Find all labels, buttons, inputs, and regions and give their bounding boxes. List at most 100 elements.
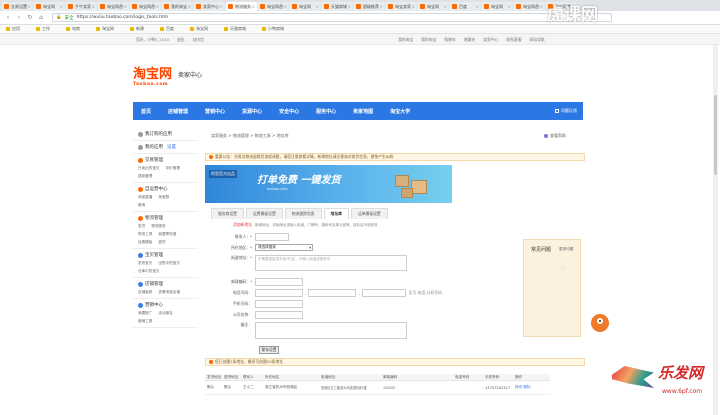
sidebar-section-title[interactable]: 物流管理 [138, 215, 193, 221]
bookmark-item[interactable]: 淘宝网 [96, 26, 122, 32]
promo-banner[interactable]: 阿里官方出品 打单免费 一键发货 taobao.com [205, 165, 452, 203]
sidebar-item[interactable]: 评价管理 [166, 166, 180, 171]
sidebar-item[interactable]: 淘宝群 [158, 195, 169, 200]
zip-input[interactable] [255, 278, 303, 286]
browser-tab[interactable]: 淘宝网首 × [98, 2, 129, 11]
tab-2[interactable]: 物流跟踪信息 [284, 208, 322, 219]
browser-tab[interactable]: 淘宝网首 × [514, 2, 545, 11]
browser-tab[interactable]: 卖家中心 × [194, 2, 225, 11]
site-nav-link[interactable]: 站内信 [193, 37, 204, 43]
site-nav-link[interactable]: 网站导航 [530, 37, 545, 43]
reload-icon[interactable]: ↻ [26, 14, 34, 22]
contact-input[interactable] [255, 233, 289, 241]
street-textarea[interactable]: 不需要重复填写省/市/区，可输入街道或楼栋号 [255, 255, 407, 271]
sidebar-item[interactable]: 仓库中的宝贝 [138, 269, 160, 274]
table-cell[interactable]: 修改 删除 [515, 385, 549, 390]
close-icon[interactable]: × [508, 4, 511, 9]
main-nav-item[interactable]: 卖家地图 [353, 108, 373, 115]
remark-textarea[interactable] [255, 322, 407, 339]
main-nav-item[interactable]: 淘宝大学 [390, 108, 410, 115]
site-nav-link[interactable]: 卖家中心 [483, 37, 498, 43]
close-icon[interactable]: × [252, 4, 255, 9]
sidebar-item[interactable]: 退款管理 [138, 174, 152, 179]
sidebar-item[interactable]: 查看淘宝店铺 [158, 290, 180, 295]
close-icon[interactable]: × [188, 4, 191, 9]
close-icon[interactable]: × [60, 4, 63, 9]
site-nav-link[interactable]: 我的淘宝 [421, 37, 436, 43]
save-button[interactable]: 保存设置 [259, 346, 279, 354]
close-icon[interactable]: × [28, 4, 31, 9]
help-center-link[interactable]: 查看帮助 [544, 133, 566, 139]
main-nav-item[interactable]: 服务中心 [316, 108, 336, 115]
company-input[interactable] [255, 311, 303, 319]
bookmark-item[interactable]: 工作 [36, 26, 58, 32]
forward-icon[interactable]: › [15, 14, 23, 22]
sidebar-section-title[interactable]: 我订购的应用 [138, 131, 193, 137]
bookmark-item[interactable]: 淘宝网 [190, 26, 216, 32]
back-icon[interactable]: ‹ [4, 14, 12, 22]
browser-tab[interactable]: 淘宝网 × [34, 2, 65, 11]
main-nav-item[interactable]: 安全中心 [279, 108, 299, 115]
browser-tab[interactable]: 百度 × [450, 2, 481, 11]
browser-tab[interactable]: 物流服务 × [226, 2, 257, 11]
site-nav-link[interactable]: 退出 [177, 37, 185, 43]
mobile-input[interactable] [255, 300, 303, 308]
sidebar-item[interactable]: 已卖出的宝贝 [138, 166, 160, 171]
taobao-logo[interactable]: 淘宝网 Taobao.com [133, 63, 172, 87]
browser-tab[interactable]: 天猫商城 × [322, 2, 353, 11]
tab-3[interactable]: 地址库 [323, 208, 349, 219]
browser-tab[interactable]: 淘宝网首 × [258, 2, 289, 11]
browser-tab[interactable]: 淘宝卖家 × [386, 2, 417, 11]
phone-area-input[interactable] [255, 289, 303, 297]
main-nav-item[interactable]: 首页 [141, 108, 151, 115]
close-icon[interactable]: × [444, 4, 447, 9]
phone-number-input[interactable] [308, 289, 357, 297]
tab-0[interactable]: 服务商设置 [211, 208, 244, 219]
sidebar-item[interactable]: 发货 [138, 224, 145, 229]
close-icon[interactable]: × [540, 4, 543, 9]
close-icon[interactable]: × [124, 4, 127, 9]
sidebar-section-title[interactable]: 自运营中心 [138, 186, 193, 192]
sidebar-item[interactable]: 物流工具 [138, 232, 152, 237]
close-icon[interactable]: × [380, 4, 383, 9]
browser-tab[interactable]: 淘宝网 × [482, 2, 513, 11]
bookmark-item[interactable]: 小鸭商城 [262, 26, 292, 32]
bookmark-item[interactable]: 电商 [66, 26, 88, 32]
browser-tab[interactable]: 淘宝网 × [290, 2, 321, 11]
url-input[interactable]: 🔒 安全 https://wuliu.taobao.com/logis_tool… [52, 13, 612, 22]
sidebar-item[interactable]: 我要寄快递 [158, 232, 176, 237]
region-select[interactable]: 请选择国家 ▾ [255, 244, 313, 251]
sidebar-section-title[interactable]: 我的应用 设置 [138, 144, 193, 150]
mascot-icon[interactable] [588, 308, 612, 336]
site-nav-link[interactable]: 购物车 [444, 37, 455, 43]
sidebar-item[interactable]: 营销工具 [138, 319, 152, 324]
close-icon[interactable]: × [412, 4, 415, 9]
main-nav-item[interactable]: 店铺管理 [168, 108, 188, 115]
close-icon[interactable]: × [220, 4, 223, 9]
close-icon[interactable]: × [92, 4, 95, 9]
site-nav-link[interactable]: 收藏夹 [464, 37, 475, 43]
sidebar-item[interactable]: 退货 [158, 240, 165, 245]
tab-4[interactable]: 运单模板设置 [350, 208, 388, 219]
browser-tab[interactable]: 交易设置 × [2, 2, 33, 11]
browser-tab[interactable]: 淘宝网 × [418, 2, 449, 11]
bookmark-item[interactable]: 新建 [130, 26, 152, 32]
browser-tab[interactable]: 我的淘宝 × [162, 2, 193, 11]
browser-tab[interactable]: 淘宝网首 × [130, 2, 161, 11]
close-icon[interactable]: × [284, 4, 287, 9]
sidebar-item[interactable]: 微淘 [138, 203, 145, 208]
sidebar-settings-link[interactable]: 设置 [167, 144, 176, 150]
close-icon[interactable]: × [156, 4, 159, 9]
sidebar-item[interactable]: 活动报名 [158, 311, 172, 316]
feedback-link[interactable]: 问题反馈 [555, 108, 577, 114]
sidebar-section-title[interactable]: 店铺管理 [138, 281, 193, 287]
tab-1[interactable]: 运费模板设置 [245, 208, 283, 219]
phone-ext-input[interactable] [361, 289, 406, 297]
browser-tab[interactable]: 千牛卖家 × [66, 2, 97, 11]
main-nav-item[interactable]: 营销中心 [205, 108, 225, 115]
sidebar-item[interactable]: 淘宝直播 [138, 195, 152, 200]
sidebar-item[interactable]: 运费模板 [138, 240, 152, 245]
sidebar-section-title[interactable]: 宝贝管理 [138, 252, 193, 258]
close-icon[interactable]: × [316, 4, 319, 9]
sidebar-item[interactable]: 物流服务 [151, 224, 165, 229]
